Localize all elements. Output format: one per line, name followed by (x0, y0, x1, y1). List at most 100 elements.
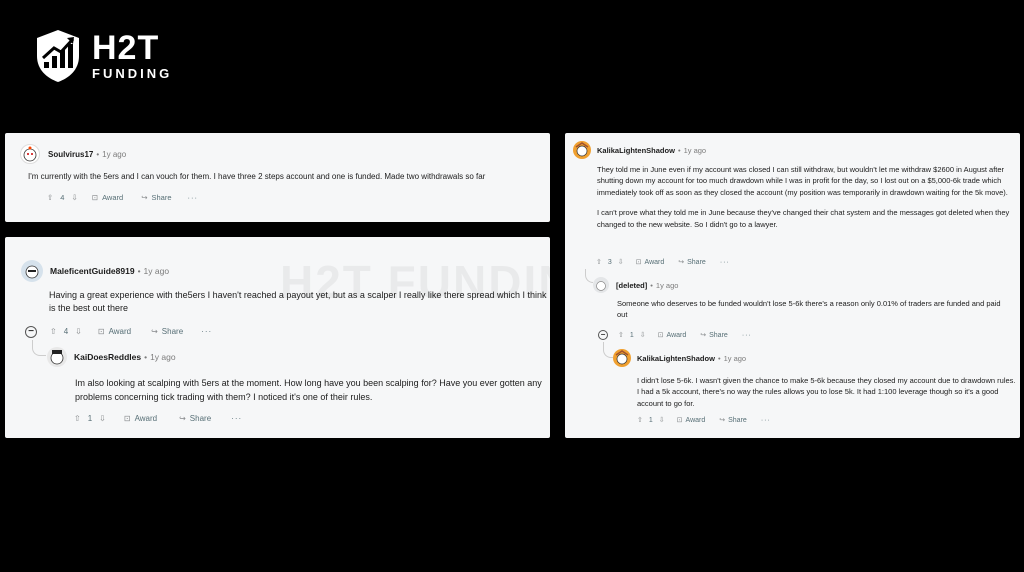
downvote-button[interactable]: ⇩ (659, 416, 665, 424)
upvote-button[interactable]: ⇧ (596, 258, 602, 266)
comment-kalika-2: KalikaLightenShadow • 1y ago I didn't lo… (613, 349, 1016, 425)
award-button[interactable]: ⊡ Award (635, 258, 665, 267)
timestamp: 1y ago (150, 352, 176, 362)
username[interactable]: KalikaLightenShadow (597, 146, 675, 155)
award-button[interactable]: ⊡ Award (677, 416, 706, 425)
award-label: Award (134, 414, 158, 423)
thread-line (32, 340, 46, 356)
share-button[interactable]: ↪ Share (179, 414, 211, 423)
award-icon: ⊡ (635, 259, 642, 266)
more-options-button[interactable]: ··· (201, 327, 212, 336)
thread-line (603, 342, 613, 358)
separator-dot: • (144, 352, 148, 362)
award-button[interactable]: ⊡ Award (657, 331, 687, 340)
share-icon: ↪ (678, 259, 685, 266)
downvote-button[interactable]: ⇩ (99, 414, 106, 423)
timestamp: 1y ago (683, 145, 707, 155)
logo-main-text: H2T (92, 28, 160, 67)
user-avatar-icon[interactable] (21, 260, 43, 282)
shield-chart-icon (37, 30, 79, 82)
comment-text: Having a great experience with the5ers I… (49, 290, 547, 313)
upvote-button[interactable]: ⇧ (50, 327, 57, 336)
more-options-button[interactable]: ··· (720, 259, 730, 266)
upvote-icon: ⇧ (596, 259, 602, 266)
separator-dot: • (96, 149, 100, 159)
downvote-icon: ⇩ (617, 259, 624, 266)
more-options-button[interactable]: ··· (188, 193, 199, 202)
upvote-icon: ⇧ (50, 327, 57, 336)
downvote-icon: ⇩ (71, 193, 78, 202)
user-avatar-icon[interactable] (47, 347, 67, 367)
award-button[interactable]: ⊡ Award (98, 327, 131, 336)
separator-dot: • (677, 145, 681, 155)
upvote-icon: ⇧ (618, 332, 624, 339)
more-options-button[interactable]: ··· (742, 332, 752, 339)
share-button[interactable]: ↪ Share (141, 193, 171, 202)
username[interactable]: KaiDoesReddles (74, 352, 141, 362)
upvote-button[interactable]: ⇧ (74, 414, 81, 423)
downvote-button[interactable]: ⇩ (71, 193, 77, 202)
vote-count: 1 (87, 414, 93, 423)
vote-count: 1 (648, 416, 653, 424)
share-label: Share (687, 258, 706, 266)
user-avatar-icon[interactable] (573, 141, 591, 159)
username[interactable]: MaleficentGuide8919 (50, 266, 135, 276)
share-icon: ↪ (700, 332, 707, 339)
separator-dot: • (137, 266, 141, 276)
award-icon: ⊡ (123, 414, 131, 423)
more-options-button[interactable]: ··· (231, 414, 242, 423)
downvote-button[interactable]: ⇩ (75, 327, 82, 336)
comment-text: Im also looking at scalping with 5ers at… (75, 378, 542, 402)
default-avatar-icon[interactable] (593, 277, 609, 293)
share-label: Share (709, 331, 728, 339)
vote-count: 1 (629, 331, 634, 339)
share-icon: ↪ (179, 414, 186, 423)
share-label: Share (161, 327, 184, 336)
username[interactable]: KalikaLightenShadow (637, 354, 715, 363)
share-button[interactable]: ↪ Share (719, 416, 747, 425)
vote-count: 4 (63, 327, 69, 336)
thread-line (585, 269, 593, 283)
upvote-button[interactable]: ⇧ (47, 193, 53, 202)
h2t-funding-logo: H2T FUNDING (34, 28, 172, 84)
share-button[interactable]: ↪ Share (700, 331, 728, 340)
vote-count: 4 (60, 193, 65, 202)
share-button[interactable]: ↪ Share (151, 327, 183, 336)
downvote-button[interactable]: ⇩ (618, 258, 624, 266)
logo-sub-text: FUNDING (92, 65, 173, 81)
award-button[interactable]: ⊡ Award (124, 414, 157, 423)
user-avatar-icon[interactable] (613, 349, 631, 367)
timestamp: 1y ago (143, 266, 170, 276)
comment-text: I'm currently with the 5ers and I can vo… (28, 172, 486, 181)
downvote-icon: ⇩ (99, 414, 106, 423)
comment-soulvirus: Soulvirus17 • 1y ago I'm currently with … (20, 144, 540, 202)
comment-kalika-1: KalikaLightenShadow • 1y ago They told m… (573, 140, 1013, 230)
comment-text: They told me in June even if my account … (597, 165, 1008, 197)
username[interactable]: Soulvirus17 (48, 150, 93, 159)
collapse-thread-button[interactable]: − (598, 330, 608, 340)
username: [deleted] (616, 280, 648, 290)
collapse-thread-button[interactable]: − (25, 326, 37, 338)
share-icon: ↪ (719, 417, 726, 425)
award-icon: ⊡ (657, 332, 664, 339)
more-options-button[interactable]: ··· (761, 417, 771, 424)
snoo-avatar-icon[interactable] (20, 144, 40, 164)
separator-dot: • (650, 280, 653, 290)
vote-count: 3 (607, 258, 612, 266)
timestamp: 1y ago (655, 280, 679, 290)
award-button[interactable]: ⊡ Award (92, 193, 123, 202)
comment-kai: KaiDoesReddles • 1y ago Im also looking … (47, 347, 542, 423)
share-icon: ↪ (141, 193, 148, 202)
upvote-button[interactable]: ⇧ (637, 416, 643, 424)
separator-dot: • (717, 353, 721, 363)
share-label: Share (728, 416, 747, 424)
comment-panel-2: H2T FUNDING MaleficentGuide8919 • 1y ago… (5, 237, 550, 438)
share-label: Share (151, 193, 172, 202)
upvote-icon: ⇧ (74, 414, 81, 423)
award-label: Award (666, 331, 687, 339)
downvote-button[interactable]: ⇩ (640, 331, 646, 339)
comment-deleted: [deleted] • 1y ago Someone who deserves … (593, 276, 1013, 321)
share-button[interactable]: ↪ Share (678, 258, 706, 267)
comment-maleficent: MaleficentGuide8919 • 1y ago Having a gr… (21, 260, 547, 315)
upvote-button[interactable]: ⇧ (618, 331, 624, 339)
